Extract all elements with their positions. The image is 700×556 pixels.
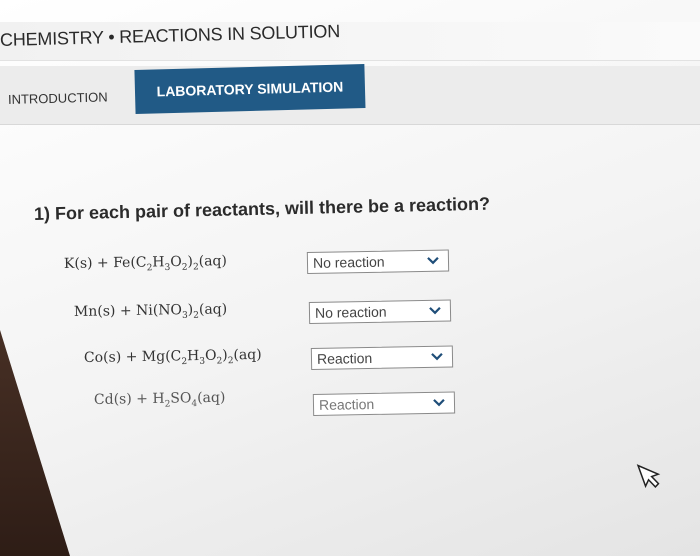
reaction-select[interactable]: No reaction (308, 299, 452, 324)
reactant-pair: Mn(s) + Ni(NO3)2(aq) (73, 301, 228, 321)
reactant-pair: Co(s) + Mg(C2H3O2)2(aq) (83, 346, 262, 368)
chevron-down-icon (431, 352, 443, 361)
select-value: No reaction (312, 253, 385, 271)
chevron-down-icon (429, 306, 441, 315)
screen: CHEMISTRY • REACTIONS IN SOLUTION INTROD… (0, 0, 700, 556)
mouse-cursor-icon (636, 464, 661, 489)
chevron-down-icon (427, 256, 439, 265)
question-text: 1) For each pair of reactants, will ther… (33, 193, 491, 224)
chevron-down-icon (433, 398, 445, 407)
select-value: Reaction (318, 395, 375, 413)
reaction-select[interactable]: Reaction (312, 391, 456, 416)
tab-laboratory-simulation[interactable]: LABORATORY SIMULATION (134, 63, 366, 114)
select-value: Reaction (316, 349, 373, 367)
select-value: No reaction (314, 303, 387, 321)
reactant-pair: Cd(s) + H2SO4(aq) (93, 389, 226, 410)
reactant-pair: K(s) + Fe(C2H3O2)2(aq) (63, 253, 228, 274)
tab-introduction[interactable]: INTRODUCTION (8, 89, 108, 107)
reaction-select[interactable]: No reaction (306, 249, 450, 274)
reaction-select[interactable]: Reaction (310, 345, 454, 370)
